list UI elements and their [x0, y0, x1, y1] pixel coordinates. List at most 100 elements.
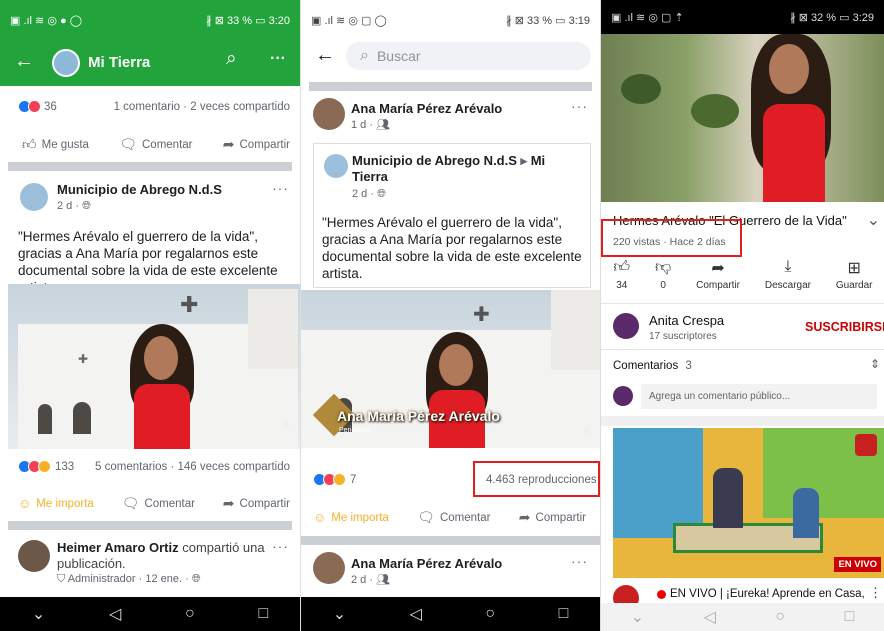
post-menu-icon[interactable]: ···: [571, 98, 588, 114]
shield-icon: ⛉: [57, 573, 68, 585]
more-options-icon[interactable]: ⋮: [869, 585, 882, 601]
chevron-down-icon[interactable]: ⌄: [631, 607, 644, 627]
share-button[interactable]: ➦ Compartir: [519, 509, 586, 526]
globe-icon: 🌐︎: [191, 573, 201, 585]
next-post-avatar[interactable]: [18, 540, 50, 572]
channel-name[interactable]: Anita Crespa: [649, 313, 724, 328]
video-player[interactable]: [601, 34, 884, 202]
post-actions: ☺ Me importa 🗨︎ Comentar ➦ Compartir: [313, 509, 586, 526]
presenter-dress: [134, 384, 190, 449]
friends-icon: 👥︎: [376, 119, 391, 131]
expand-chevron-icon[interactable]: ⌄: [867, 210, 880, 230]
care-emoji-icon: ☺: [313, 510, 327, 525]
video-caption: Ana María Pérez Arévalo: [337, 408, 500, 424]
video-reactions[interactable]: 133: [18, 460, 74, 473]
next-video-thumbnail[interactable]: EN VIVO: [613, 428, 884, 578]
comment-button[interactable]: 🗨︎ Comentar: [417, 509, 490, 526]
me-importa-button[interactable]: ☺ Me importa: [18, 495, 94, 512]
next-post-author[interactable]: Heimer Amaro Ortiz: [57, 540, 179, 555]
share-icon: ➦: [222, 495, 235, 511]
like-button[interactable]: 👍︎ Me gusta: [22, 136, 89, 153]
comments-header[interactable]: Comentarios 3: [613, 360, 692, 372]
muted-icon[interactable]: 🔇︎: [584, 422, 593, 439]
post-stats[interactable]: 1 comentario · 2 veces compartido: [114, 101, 290, 113]
next-post-author[interactable]: Ana María Pérez Arévalo: [351, 556, 502, 571]
search-input[interactable]: ⌕ Buscar: [346, 42, 591, 70]
comment-button[interactable]: 🗨︎ Comentar: [119, 136, 192, 153]
share-button[interactable]: ➦ Compartir: [696, 258, 740, 291]
comment-input[interactable]: Agrega un comentario público...: [641, 384, 877, 409]
muted-icon[interactable]: 🔇︎: [283, 416, 292, 433]
status-bar: ▣ .ıl ≋ ◎ ▢ ◯ ∦ ⊠ 33 % ▭ 3:19: [301, 0, 600, 40]
next-post-time: 2 d · 👥︎: [351, 574, 391, 586]
subscribe-button[interactable]: SUSCRIBIRSE: [805, 320, 884, 334]
care-reaction-icon: [333, 473, 346, 486]
back-triangle-icon[interactable]: ◁: [109, 604, 121, 624]
post-menu-icon[interactable]: ···: [272, 538, 289, 554]
comment-placeholder: Agrega un comentario público...: [649, 391, 791, 402]
recents-square-icon[interactable]: □: [559, 605, 569, 623]
recents-square-icon[interactable]: □: [845, 608, 855, 626]
video-thumbnail[interactable]: ✚ ✚ 🔇︎: [8, 284, 300, 449]
status-icons-left: ▣ .ıl ≋ ◎ ▢ ⇡: [611, 11, 684, 24]
shared-page-avatar[interactable]: [324, 154, 348, 178]
shared-page-name[interactable]: Municipio de Abrego N.d.S: [352, 153, 517, 168]
highlight-box-views: [473, 461, 600, 497]
back-arrow-icon[interactable]: ←: [315, 44, 335, 67]
channel-avatar[interactable]: [613, 313, 639, 339]
shared-post-card[interactable]: Municipio de Abrego N.d.S ▸ Mi Tierra 2 …: [313, 143, 591, 288]
divider: [601, 349, 884, 350]
back-triangle-icon[interactable]: ◁: [410, 604, 422, 624]
home-circle-icon[interactable]: ○: [775, 608, 785, 626]
like-label: Me gusta: [41, 138, 89, 151]
chevron-down-icon[interactable]: ⌄: [32, 604, 45, 624]
share-icon: ➦: [222, 136, 235, 152]
comment-button[interactable]: 🗨︎ Comentar: [122, 495, 195, 512]
share-arrow-icon: ➦: [711, 260, 725, 277]
reaction-icons: [18, 100, 41, 113]
back-triangle-icon[interactable]: ◁: [704, 607, 716, 627]
back-arrow-icon[interactable]: ←: [14, 50, 34, 73]
home-circle-icon[interactable]: ○: [185, 605, 195, 623]
roof-cross: ✚: [473, 304, 490, 326]
search-icon[interactable]: ⌕: [226, 48, 237, 70]
post-menu-icon[interactable]: ···: [272, 180, 289, 196]
arrow-right-icon: ▸: [520, 153, 528, 168]
dislike-button[interactable]: 👎︎ 0: [655, 258, 671, 291]
share-button[interactable]: ➦ Compartir: [223, 136, 290, 153]
page-avatar-post[interactable]: [20, 183, 48, 211]
comment-label: Comentar: [142, 138, 193, 151]
screen-2-facebook-post: ▣ .ıl ≋ ◎ ▢ ◯ ∦ ⊠ 33 % ▭ 3:19 ← ⌕ Buscar…: [300, 0, 600, 631]
recents-square-icon[interactable]: □: [258, 605, 268, 623]
page-avatar[interactable]: [52, 49, 80, 77]
more-options-icon[interactable]: ···: [270, 50, 286, 68]
video-thumbnail[interactable]: ✚ Ana María Pérez Arévalo Periodista 🔇︎: [301, 290, 600, 448]
shared-time: 2 d · 🌐︎: [352, 188, 386, 200]
next-post-meta: ⛉ Administrador · 12 ene. · 🌐︎: [57, 573, 201, 585]
author-avatar[interactable]: [313, 98, 345, 130]
sort-toggle-icon[interactable]: ⇕: [870, 357, 880, 371]
post-time: 1 d · 👥︎: [351, 119, 391, 131]
care-emoji-icon: ☺: [18, 496, 32, 511]
status-icons-left: ▣ .ıl ≋ ◎ ● ◯: [10, 14, 82, 27]
next-video-title[interactable]: EN VIVO | ¡Eureka! Aprende en Casa,: [657, 588, 865, 600]
download-button[interactable]: ⤓ Descargar: [765, 258, 811, 291]
search-placeholder: Buscar: [376, 48, 421, 64]
chevron-down-icon[interactable]: ⌄: [333, 604, 346, 624]
reaction-count: 36: [44, 100, 57, 113]
post-menu-icon[interactable]: ···: [571, 553, 588, 569]
post-author[interactable]: Municipio de Abrego N.d.S: [57, 182, 222, 197]
share-button[interactable]: ➦ Compartir: [223, 495, 290, 512]
post-reactions[interactable]: 7: [313, 473, 356, 486]
me-importa-button[interactable]: ☺ Me importa: [313, 509, 389, 526]
share-label: Compartir: [239, 138, 290, 151]
save-button[interactable]: ⊞ Guardar: [836, 258, 873, 291]
like-button[interactable]: 👍︎ 34: [613, 258, 630, 291]
home-circle-icon[interactable]: ○: [485, 605, 495, 623]
top-reactions[interactable]: 36: [18, 100, 57, 113]
video-stats[interactable]: 5 comentarios · 146 veces compartido: [95, 461, 290, 473]
next-author-avatar[interactable]: [313, 552, 345, 584]
status-icons-right: ∦ ⊠ 33 % ▭ 3:20: [206, 14, 290, 27]
video-caption-subtitle: Periodista: [339, 427, 371, 434]
post-author[interactable]: Ana María Pérez Arévalo: [351, 101, 502, 116]
